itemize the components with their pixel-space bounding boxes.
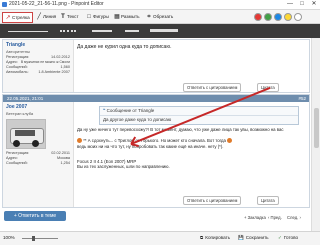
user-info-row: Автомобиль: 1.8 Ambiente 2007 bbox=[6, 70, 70, 74]
copy-icon: ⧉ bbox=[200, 235, 204, 240]
shapes-icon: □ bbox=[87, 13, 91, 20]
tool-line[interactable]: ╱ Линия bbox=[36, 12, 56, 21]
color-swatch-blue[interactable] bbox=[274, 12, 282, 21]
tool-label: Обрезать bbox=[153, 14, 174, 19]
app-icon bbox=[2, 2, 7, 7]
scrollbar-thumb[interactable] bbox=[314, 108, 319, 148]
check-icon: ✓ bbox=[278, 235, 282, 240]
user-info-row: Сообщений: 1,254 bbox=[6, 161, 70, 165]
zoom-slider-knob[interactable] bbox=[32, 236, 35, 241]
user-rank: Авторитетны bbox=[6, 49, 30, 54]
post-username[interactable]: Joe 2007 bbox=[3, 102, 73, 110]
post-text: Да ну уже ничего тут перевосхожу?! В тот… bbox=[77, 127, 284, 132]
reply-quote-button[interactable]: Ответить с цитированием bbox=[183, 196, 242, 205]
post-header: 22.05.2021, 21:01 #52 bbox=[3, 95, 309, 102]
forum-post: 22.05.2021, 21:01 #52 Joe 2007 Ветеран к… bbox=[2, 94, 310, 208]
avatar bbox=[6, 119, 46, 149]
arrow-style-option[interactable] bbox=[8, 31, 48, 32]
bookmark-link[interactable]: + Закладка bbox=[244, 214, 266, 221]
screenshot-canvas: Triangle Авторитетны Регистрация: 14.02.2… bbox=[0, 38, 311, 231]
quote-button[interactable]: Цитата bbox=[257, 196, 279, 205]
close-button[interactable]: ✕ bbox=[308, 0, 320, 9]
smiley-icon bbox=[77, 138, 82, 144]
tool-label: Фигуры bbox=[93, 14, 109, 19]
text-icon: T bbox=[61, 13, 65, 20]
user-rank: Ветеран клуба bbox=[6, 111, 34, 116]
post-signature: Вы из тех заслуженных, шли по направлени… bbox=[77, 164, 170, 169]
color-swatch-green[interactable] bbox=[264, 12, 272, 21]
post-username[interactable]: Triangle bbox=[3, 40, 73, 48]
color-swatch-red[interactable] bbox=[254, 12, 262, 21]
tool-label: Стрелка bbox=[12, 15, 30, 20]
tool-shapes[interactable]: □ Фигуры bbox=[86, 12, 109, 21]
color-swatch-white[interactable] bbox=[294, 12, 302, 21]
copy-button[interactable]: ⧉ Копировать bbox=[200, 234, 230, 242]
arrow-icon: ↗ bbox=[5, 14, 11, 21]
line-icon: ╱ bbox=[37, 13, 41, 20]
minimize-button[interactable]: — bbox=[284, 0, 296, 9]
editor-toolbar: ↗ Стрелка ╱ Линия T Текст □ Фигуры ▦ Раз… bbox=[0, 10, 320, 24]
done-button[interactable]: ✓ Готово bbox=[278, 234, 298, 242]
maximize-button[interactable]: □ bbox=[296, 0, 308, 9]
app-window: 2021-05-22_21-56-11.png - Pinpoint Edito… bbox=[0, 0, 320, 245]
save-button[interactable]: 💾 Сохранить bbox=[238, 234, 269, 242]
post-text: Да даже не курил одна куда то дописаю. bbox=[77, 44, 172, 50]
reply-quote-button[interactable]: Ответить с цитированием bbox=[183, 83, 242, 92]
vertical-scrollbar[interactable] bbox=[311, 38, 320, 231]
post-author-panel: Joe 2007 Ветеран клуба Регистрация: 02.02… bbox=[3, 102, 74, 207]
tool-label: Размыть bbox=[121, 14, 140, 19]
tool-arrow[interactable]: ↗ Стрелка bbox=[2, 12, 33, 23]
dashed-style-option[interactable] bbox=[92, 30, 112, 32]
zoom-slider[interactable] bbox=[22, 236, 58, 241]
window-title: 2021-05-22_21-56-11.png - Pinpoint Edito… bbox=[9, 1, 104, 7]
solid-style-option[interactable] bbox=[125, 30, 139, 32]
post-text: ведь моих ни на что тут, ну попробовать … bbox=[77, 144, 224, 149]
tool-blur[interactable]: ▦ Размыть bbox=[114, 12, 139, 21]
stroke-style-bar bbox=[0, 24, 320, 38]
color-palette bbox=[254, 12, 303, 21]
crop-icon: ⌗ bbox=[147, 13, 151, 20]
post-author-panel: Triangle Авторитетны Регистрация: 14.02.2… bbox=[3, 40, 74, 92]
post-number[interactable]: #52 bbox=[298, 95, 306, 102]
title-bar: 2021-05-22_21-56-11.png - Pinpoint Edito… bbox=[0, 0, 320, 10]
blur-icon: ▦ bbox=[114, 13, 120, 20]
pager-next[interactable]: След. › bbox=[287, 214, 301, 221]
color-swatch-yellow[interactable] bbox=[284, 12, 292, 21]
zoom-level: 100% bbox=[3, 235, 15, 240]
thick-style-option[interactable] bbox=[150, 29, 178, 32]
tool-text[interactable]: T Текст bbox=[60, 12, 79, 21]
tool-label: Текст bbox=[67, 14, 79, 19]
tool-label: Линия bbox=[43, 14, 57, 19]
tool-crop[interactable]: ⌗ Обрезать bbox=[146, 12, 173, 21]
reply-thread-button[interactable]: + Ответить в теме bbox=[4, 211, 66, 221]
forum-post: Triangle Авторитетны Регистрация: 14.02.2… bbox=[2, 39, 310, 93]
status-bar: 100% ⧉ Копировать 💾 Сохранить ✓ Готово bbox=[0, 231, 320, 245]
post-date: 22.05.2021, 21:01 bbox=[7, 96, 44, 101]
dotted-style-option[interactable] bbox=[60, 30, 76, 34]
smiley-icon bbox=[227, 138, 233, 144]
pager-prev[interactable]: ‹ Пред. bbox=[268, 214, 282, 221]
save-icon: 💾 bbox=[238, 235, 244, 240]
